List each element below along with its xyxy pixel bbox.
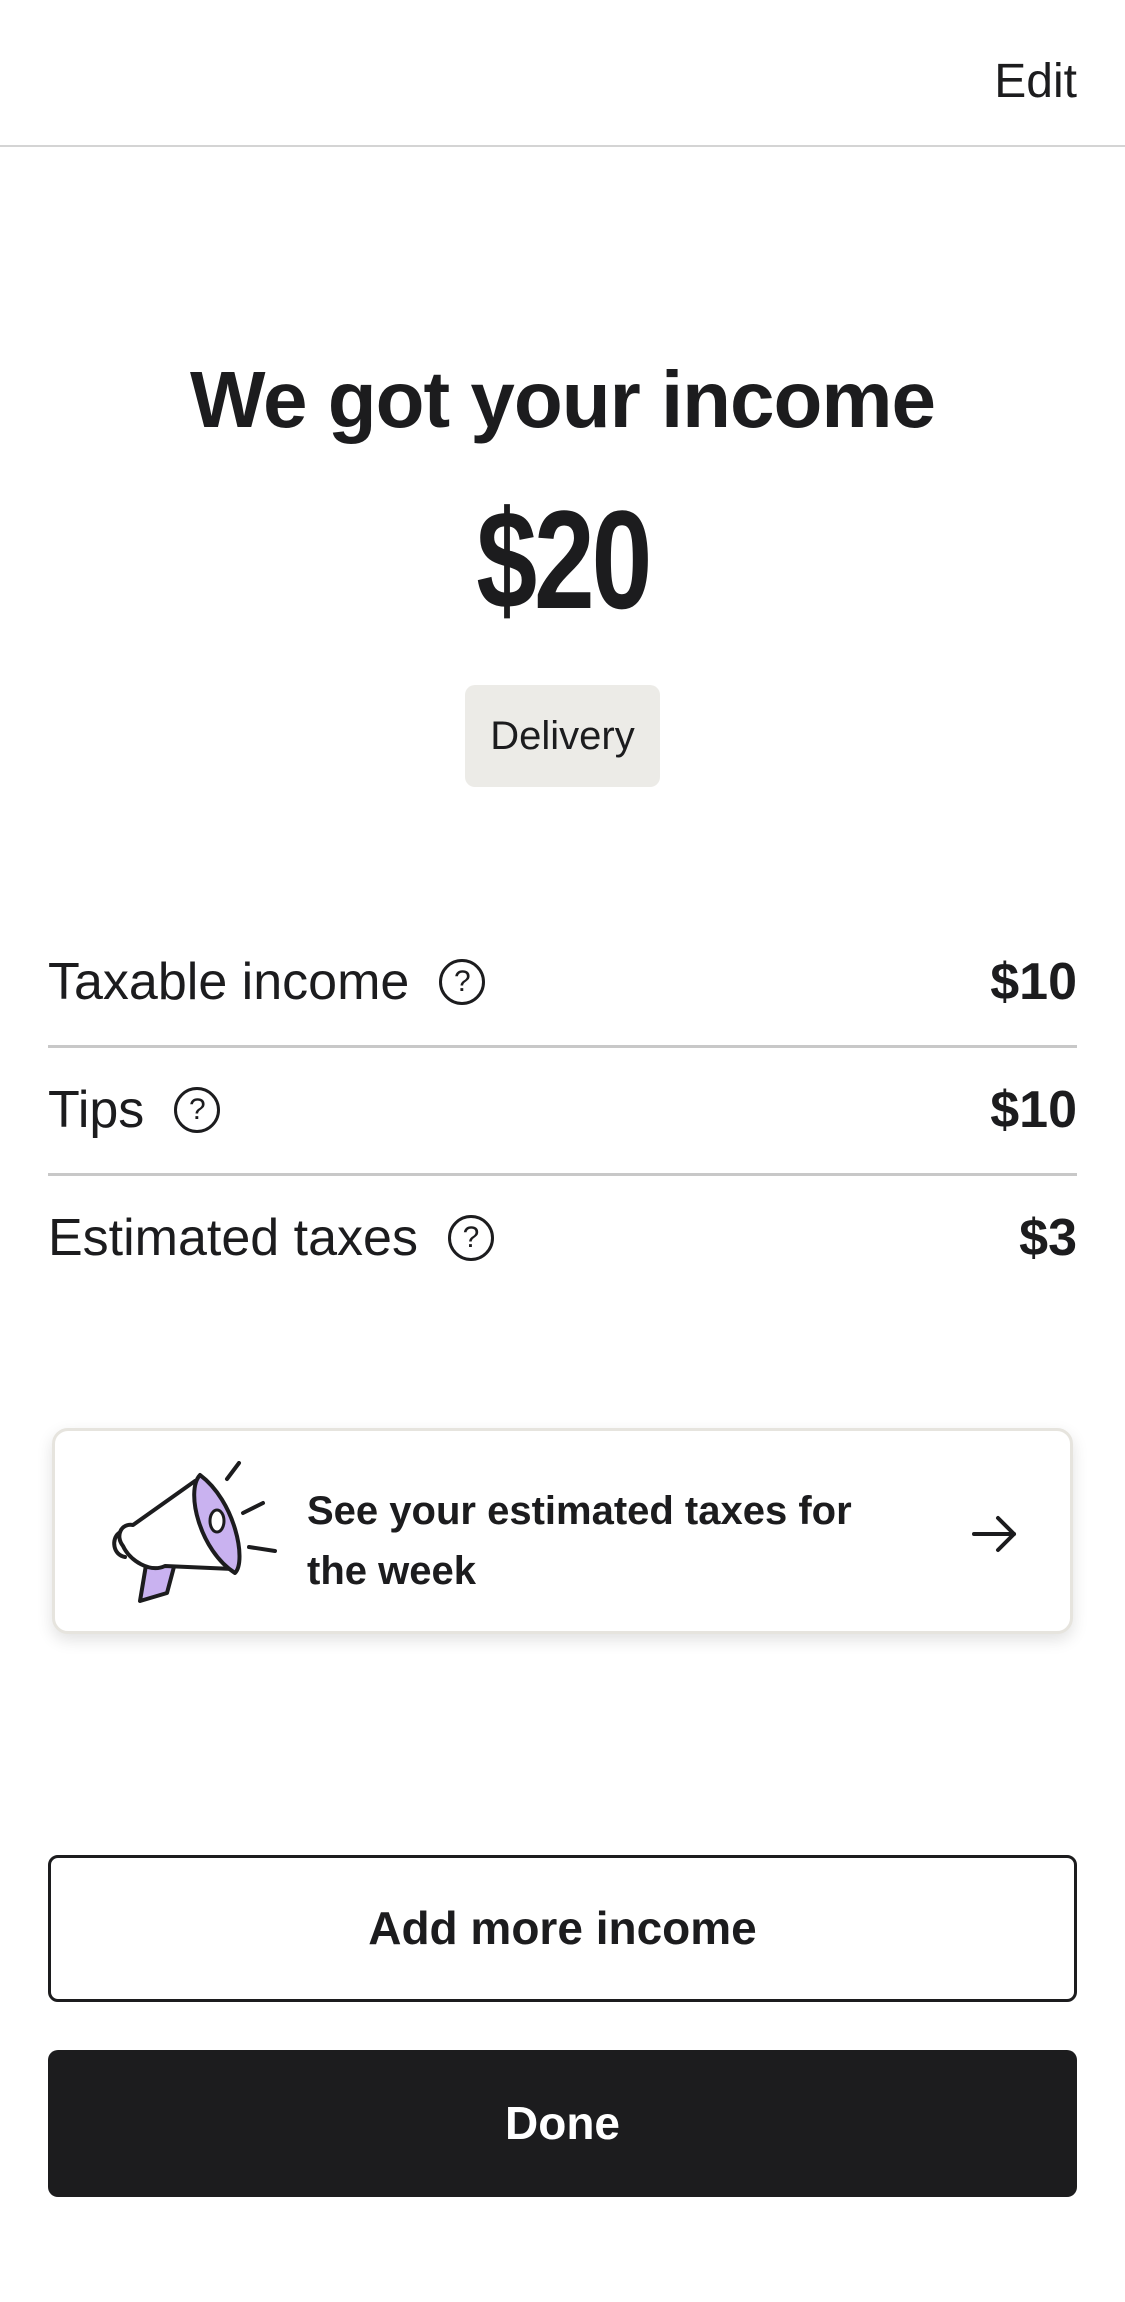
income-amount-value: $20 — [476, 481, 652, 638]
help-icon[interactable]: ? — [174, 1087, 221, 1133]
breakdown-label: Taxable income — [48, 953, 410, 1011]
megaphone-icon — [112, 1461, 277, 1603]
breakdown-label: Tips — [48, 1081, 145, 1139]
breakdown-row-estimated-taxes: Estimated taxes ? $3 — [48, 1176, 1077, 1304]
breakdown-value: $10 — [990, 953, 1077, 1011]
breakdown-row-tips: Tips ? $10 — [48, 1048, 1077, 1176]
help-icon[interactable]: ? — [439, 959, 486, 1005]
breakdown-value: $3 — [1019, 1209, 1077, 1267]
breakdown-value: $10 — [990, 1081, 1077, 1139]
edit-button[interactable]: Edit — [994, 50, 1077, 114]
weekly-taxes-card[interactable]: See your estimated taxes for the week — [52, 1428, 1073, 1634]
income-amount: $20 — [0, 480, 1125, 640]
help-icon[interactable]: ? — [447, 1215, 494, 1261]
arrow-right-icon — [972, 1516, 1016, 1552]
income-breakdown: Taxable income ? $10 Tips ? $10 Estimate… — [48, 920, 1077, 1304]
page-title: We got your income — [189, 355, 936, 444]
breakdown-row-taxable-income: Taxable income ? $10 — [48, 920, 1077, 1048]
weekly-taxes-text: See your estimated taxes for the week — [307, 1489, 852, 1593]
category-chip: Delivery — [465, 685, 660, 787]
breakdown-label: Estimated taxes — [48, 1209, 418, 1267]
add-more-income-button[interactable]: Add more income — [48, 1855, 1077, 2002]
top-bar: Edit — [0, 0, 1125, 147]
done-button[interactable]: Done — [48, 2050, 1077, 2197]
